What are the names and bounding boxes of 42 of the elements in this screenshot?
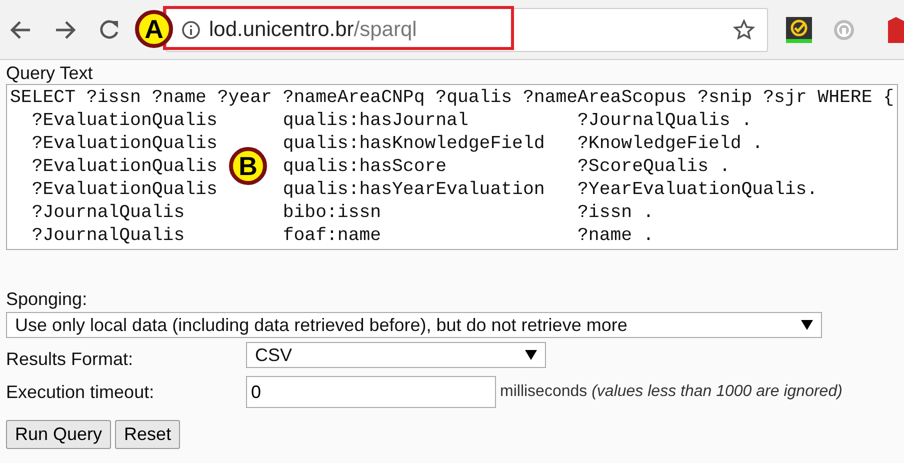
callout-marker: A — [135, 10, 173, 48]
run-query-button[interactable]: Run Query — [6, 420, 112, 449]
query-term: ?JournalQualis — [32, 203, 185, 223]
timeout-label: Execution timeout: — [6, 381, 156, 403]
query-term: ?YearEvaluationQualis. — [578, 180, 818, 200]
query-label: Query Text — [6, 62, 93, 84]
query-term: ?EvaluationQualis — [32, 111, 218, 131]
checkmark-extension-icon[interactable] — [786, 16, 812, 42]
reload-icon[interactable] — [98, 18, 120, 40]
query-term: ?JournalQualis — [32, 226, 185, 246]
query-term: ?ScoreQualis . — [578, 157, 730, 177]
back-icon[interactable] — [10, 20, 32, 40]
query-term: ?EvaluationQualis — [32, 180, 218, 200]
address-bar[interactable]: lod.unicentro.br/sparql — [166, 8, 768, 52]
sponging-dropdown[interactable]: Use only local data (including data retrieved before), but do not retrieve more — [6, 312, 822, 338]
query-text-area[interactable] — [6, 84, 898, 250]
query-term: ?JournalQualis . — [578, 111, 752, 131]
format-dropdown[interactable]: CSV — [246, 342, 546, 368]
query-term: qualis:hasScore — [282, 157, 447, 177]
query-line: SELECT ?issn ?name ?year ?nameAreaCNPq ?qualis ?nameAreaScopus ?snip ?sjr WHERE { — [10, 87, 894, 110]
url-text: lod.unicentro.br/sparql — [209, 18, 417, 42]
bookmark-star-icon[interactable] — [733, 18, 755, 40]
shield-extension-icon[interactable] — [888, 16, 904, 42]
query-term: foaf:name — [282, 226, 382, 246]
format-label: Results Format: — [6, 348, 134, 370]
query-term: ?EvaluationQualis — [32, 157, 218, 177]
dropdown-arrow-icon — [525, 350, 537, 360]
query-term: bibo:issn — [282, 203, 382, 223]
info-icon — [181, 20, 201, 40]
query-term: ?name . — [578, 226, 654, 246]
timeout-field[interactable]: 0 — [246, 376, 496, 408]
dropdown-arrow-icon — [801, 320, 813, 330]
query-term: qualis:hasKnowledgeField — [282, 134, 545, 154]
query-term: qualis:hasYearEvaluation — [282, 180, 545, 200]
query-term: ?EvaluationQualis — [32, 134, 218, 154]
forward-icon[interactable] — [54, 20, 76, 40]
reset-button[interactable]: Reset — [115, 420, 180, 449]
timeout-hint: milliseconds (values less than 1000 are ignored) — [500, 383, 842, 401]
query-term: ?issn . — [578, 203, 654, 223]
sponging-label: Sponging: — [6, 288, 88, 310]
query-term: qualis:hasJournal — [282, 111, 468, 131]
query-term: ?KnowledgeField . — [578, 134, 764, 154]
